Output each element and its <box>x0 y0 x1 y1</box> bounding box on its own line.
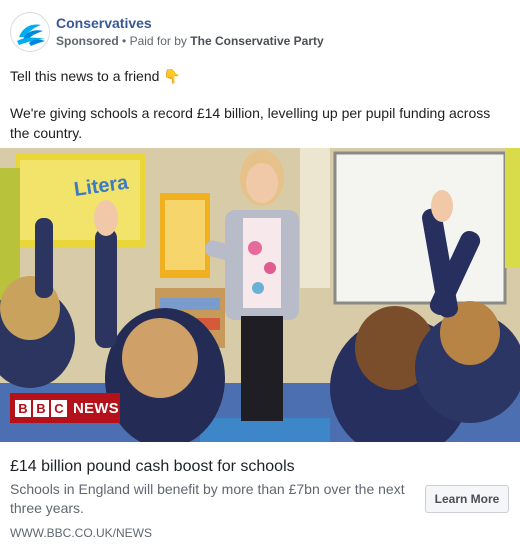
sponsored-line: Sponsored • Paid for by The Conservative… <box>56 34 324 48</box>
link-url: WWW.BBC.CO.UK/NEWS <box>10 526 152 540</box>
conservatives-tree-icon <box>17 24 45 46</box>
classroom-photo[interactable]: Litera B B C NEWS <box>0 148 520 442</box>
link-title[interactable]: £14 billion pound cash boost for schools <box>10 458 295 476</box>
bbc-letter-b1: B <box>15 399 31 417</box>
sponsored-post: Conservatives Sponsored • Paid for by Th… <box>0 0 520 560</box>
bbc-news-word: NEWS <box>73 399 119 417</box>
bbc-letter-c: C <box>51 399 67 417</box>
post-header: Conservatives Sponsored • Paid for by Th… <box>10 12 510 52</box>
separator-dot: • <box>122 34 127 48</box>
page-avatar[interactable] <box>10 12 50 52</box>
bbc-news-logo: B B C NEWS <box>10 393 120 423</box>
pointing-down-emoji-icon: 👇 <box>163 68 181 84</box>
paid-for-by-link[interactable]: The Conservative Party <box>190 34 323 48</box>
paid-for-prefix: Paid for by <box>129 34 187 48</box>
page-name-link[interactable]: Conservatives <box>56 15 152 31</box>
share-prompt-text: Tell this news to a friend 👇 <box>10 67 181 85</box>
link-description: Schools in England will benefit by more … <box>10 481 405 516</box>
learn-more-button[interactable]: Learn More <box>425 485 509 513</box>
bbc-letter-b2: B <box>33 399 49 417</box>
share-prompt-label: Tell this news to a friend <box>10 68 160 84</box>
link-preview[interactable]: £14 billion pound cash boost for schools… <box>0 442 520 560</box>
post-body-text: We're giving schools a record £14 billio… <box>10 105 491 141</box>
sponsored-label[interactable]: Sponsored <box>56 34 119 48</box>
